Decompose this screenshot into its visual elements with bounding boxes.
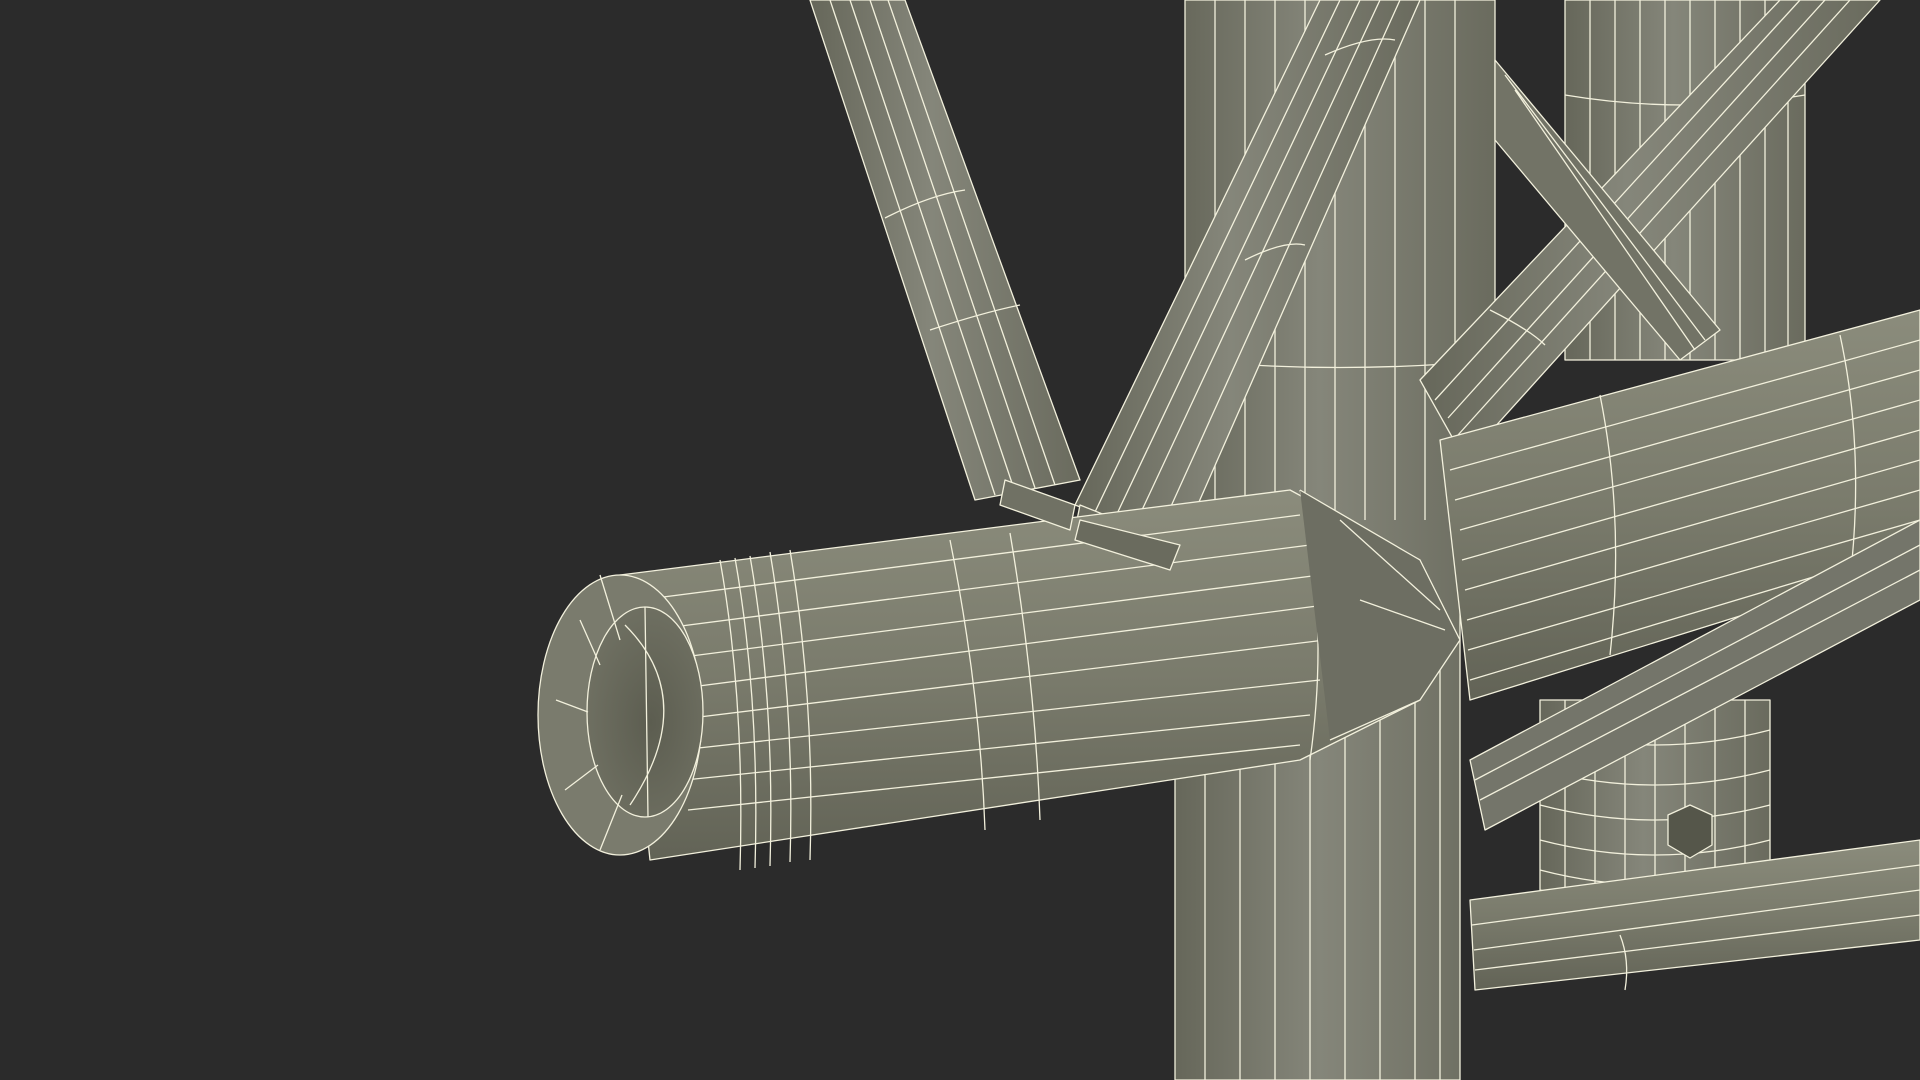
render-viewport bbox=[0, 0, 1920, 1080]
tube-open-end bbox=[537, 574, 704, 856]
truss-render bbox=[0, 0, 1920, 1080]
